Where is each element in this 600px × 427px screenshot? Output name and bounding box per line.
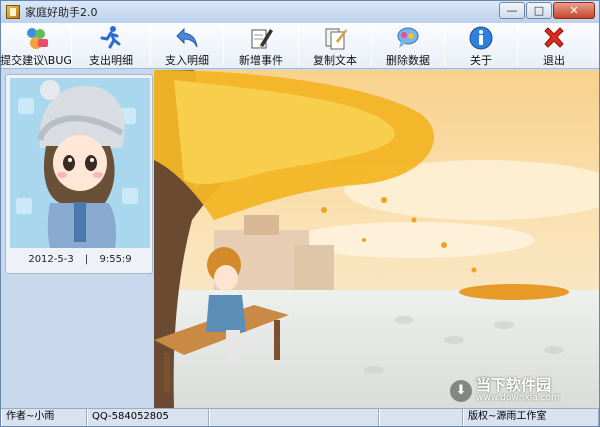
watermark-url: www.downxia.com [476,392,560,403]
add-event-button[interactable]: 新增事件 [224,23,298,69]
red-x-icon [541,25,567,51]
about-button[interactable]: 关于 [445,23,517,69]
exit-button[interactable]: 退出 [518,23,590,69]
minimize-button[interactable]: — [499,2,525,19]
status-bar: 作者~小雨 QQ-584052805 版权~源雨工作室 [1,408,599,426]
maximize-button[interactable]: □ [526,2,552,19]
toolbar-label: 退出 [543,54,565,67]
expense-detail-button[interactable]: 支出明细 [72,23,150,69]
current-date: 2012-5-3 [28,254,74,265]
toolbar-label: 提交建议\BUG [0,54,72,67]
toolbar-label: 支入明细 [165,54,209,67]
status-empty-1 [209,409,379,426]
income-detail-button[interactable]: 支入明细 [151,23,223,69]
running-man-icon [98,25,124,51]
users-chat-icon [23,25,49,51]
date-time-display: 2012-5-3 | 9:55:9 [28,254,132,265]
status-qq: QQ-584052805 [87,409,209,426]
copy-text-button[interactable]: 复制文本 [299,23,371,69]
back-arrow-icon [174,25,200,51]
close-window-button[interactable]: ✕ [553,2,595,19]
toolbar-label: 复制文本 [313,54,357,67]
toolbar-label: 新增事件 [239,54,283,67]
watermark: ⬇ 当下软件园 www.downxia.com [450,376,560,403]
toolbar-label: 关于 [470,54,492,67]
delete-data-button[interactable]: 删除数据 [372,23,444,69]
app-icon [6,5,20,19]
watermark-title: 当下软件园 [476,376,552,394]
avatar-illustration [10,78,150,248]
toolbar-label: 支出明细 [89,54,133,67]
pencil-notebook-icon [248,25,274,51]
status-copyright: 版权~源雨工作室 [463,409,599,426]
left-panel: 2012-5-3 | 9:55:9 [1,70,154,408]
window-title: 家庭好助手2.0 [25,6,98,19]
status-author: 作者~小雨 [1,409,87,426]
toolbar: 提交建议\BUG 支出明细 支入明细 新增事件 复制文本 删除数据 关于 退出 [0,23,599,69]
title-bar[interactable]: 家庭好助手2.0 — □ ✕ [1,1,599,23]
download-arrow-icon: ⬇ [450,379,472,402]
status-empty-2 [379,409,463,426]
copy-document-icon [322,25,348,51]
background-illustration: ⬇ 当下软件园 www.downxia.com [154,70,599,408]
delete-data-icon [395,25,421,51]
feedback-button[interactable]: 提交建议\BUG [0,23,72,69]
caption-buttons: — □ ✕ [499,2,595,19]
toolbar-label: 删除数据 [386,54,430,67]
current-time: 9:55:9 [99,254,132,265]
profile-card: 2012-5-3 | 9:55:9 [5,74,153,274]
main-window: 家庭好助手2.0 — □ ✕ 提交建议\BUG 支出明细 支入明细 新增事件 复… [0,0,600,427]
info-icon [468,25,494,51]
